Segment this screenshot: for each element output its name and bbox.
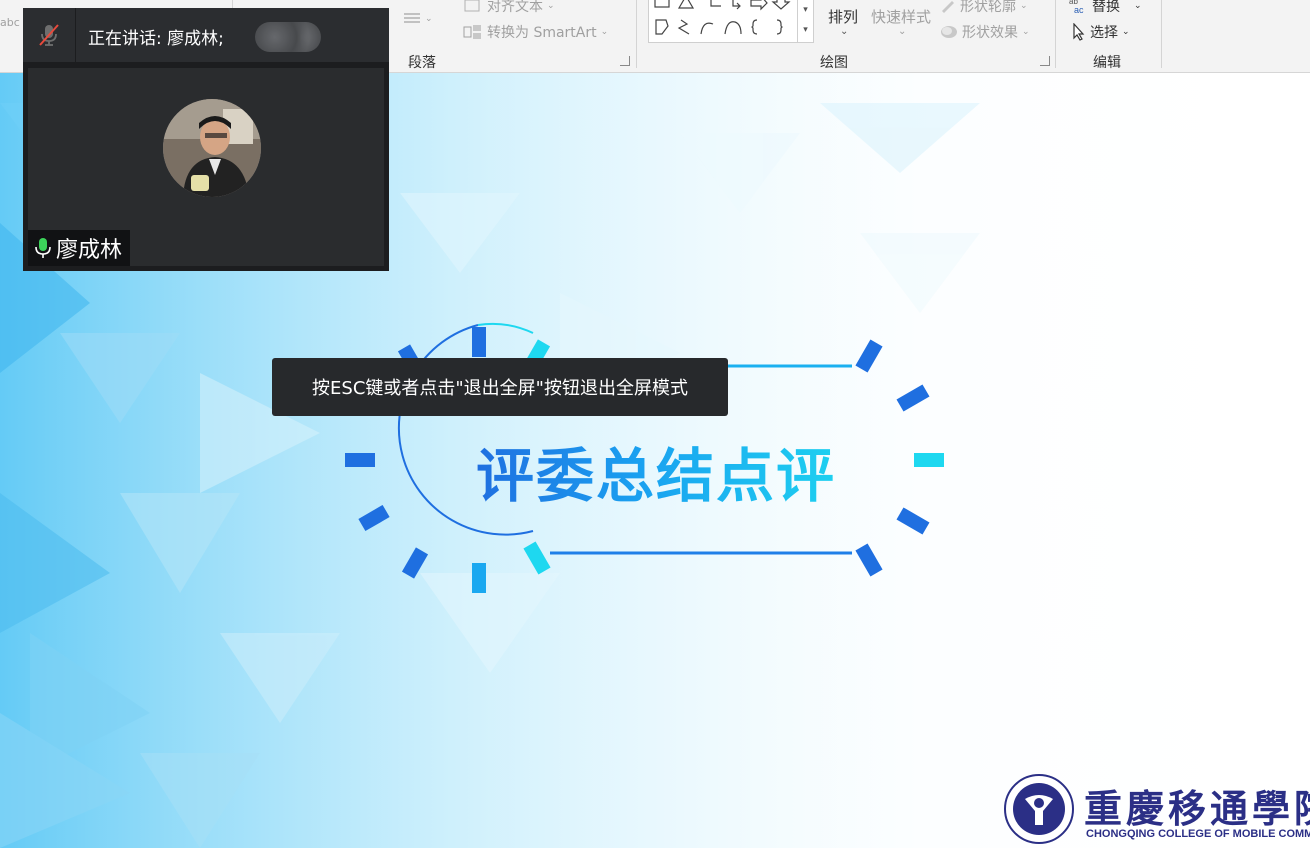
video-feed: 廖成林: [28, 68, 384, 266]
participant-name-tag: 廖成林: [28, 230, 131, 266]
abc-fragment: abc: [0, 16, 20, 29]
college-english-name: CHONGQING COLLEGE OF MOBILE COMMUNICATIO: [1086, 828, 1310, 840]
select-button[interactable]: 选择 ⌄: [1072, 22, 1130, 42]
meeting-video-window[interactable]: 正在讲话: 廖成林; 廖成林: [23, 8, 389, 271]
arrange-button[interactable]: 排列: [828, 6, 858, 27]
blurred-participant: [255, 22, 321, 52]
quick-styles-button[interactable]: 快速样式: [871, 6, 931, 27]
muted-microphone-icon: [39, 24, 59, 46]
drawing-dialog-launcher-icon[interactable]: [1040, 56, 1050, 66]
replace-icon: abac: [1069, 0, 1084, 15]
paragraph-dialog-launcher-icon[interactable]: [620, 56, 630, 66]
mute-button[interactable]: [23, 8, 76, 62]
cursor-icon: [1073, 23, 1085, 41]
shape-outline-button[interactable]: 形状轮廓 ⌄: [940, 0, 1028, 16]
paragraph-group-label: 段落: [408, 55, 436, 71]
speaking-indicator: 正在讲话: 廖成林;: [88, 29, 224, 49]
gallery-scroll[interactable]: ▾ ▾: [797, 0, 813, 42]
shapes-icon: [654, 0, 791, 35]
participant-name: 廖成林: [56, 238, 123, 263]
replace-button[interactable]: ab ac 替换 ⌄: [1068, 0, 1142, 16]
drawing-group-label: 绘图: [820, 55, 848, 71]
shape-gallery[interactable]: ▾ ▾: [648, 0, 814, 43]
list-icon[interactable]: ⌄: [403, 12, 433, 26]
avatar: [163, 99, 261, 197]
ribbon-separator: [1055, 0, 1056, 68]
college-emblem-icon: [1004, 774, 1074, 844]
fullscreen-exit-tooltip: 按ESC键或者点击"退出全屏"按钮退出全屏模式: [272, 358, 728, 416]
shape-effects-button[interactable]: 形状效果 ⌄: [940, 22, 1030, 42]
ribbon-separator: [636, 0, 637, 68]
ribbon-separator: [1161, 0, 1162, 68]
svg-text:ac: ac: [1074, 5, 1084, 15]
slide-title: 评委总结点评: [476, 429, 836, 513]
quick-styles-chevron-icon[interactable]: ⌄: [898, 26, 906, 37]
arrange-chevron-icon[interactable]: ⌄: [840, 26, 848, 37]
convert-smartart-button[interactable]: 转换为 SmartArt ⌄: [463, 22, 608, 42]
align-text-button[interactable]: 对齐文本 ⌄: [463, 0, 555, 16]
speaker-header: 正在讲话: 廖成林;: [23, 8, 389, 62]
active-microphone-icon: [35, 238, 51, 258]
college-name: 重慶移通學院: [1084, 786, 1310, 831]
editing-group-label: 编辑: [1093, 55, 1121, 71]
